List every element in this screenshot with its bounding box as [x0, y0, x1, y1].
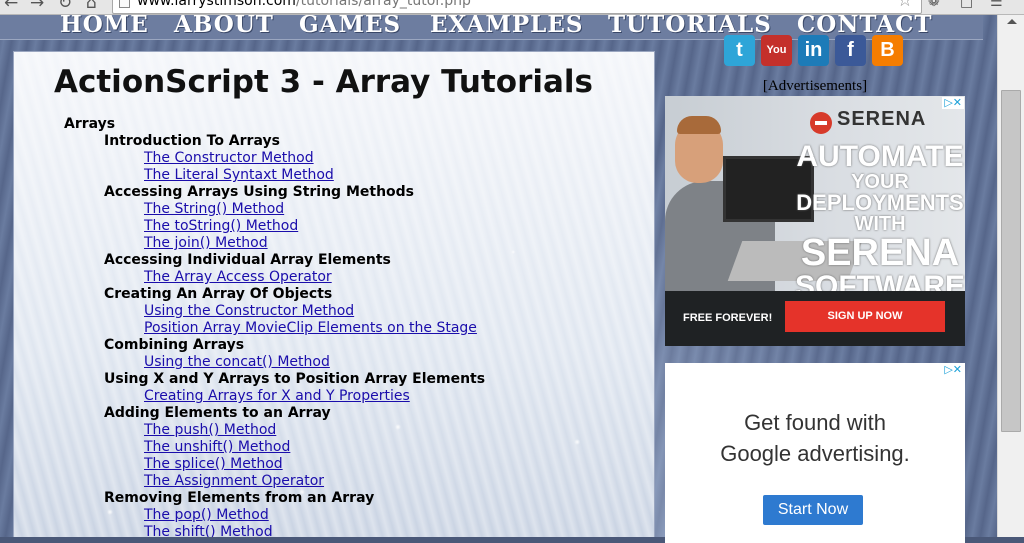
twitter-icon[interactable]: t — [724, 35, 755, 66]
toc-section-heading: Accessing Arrays Using String Methods — [104, 184, 415, 200]
headline-line: WITH — [854, 213, 906, 235]
toc-link-row: The pop() Method — [64, 507, 644, 524]
serena-ad[interactable]: SERENA AUTOMATE YOUR DEPLOYMENTS WITH SE… — [665, 96, 965, 346]
tutorial-link[interactable]: The Literal Syntaxt Method — [144, 167, 334, 183]
tutorial-link[interactable]: Position Array MovieClip Elements on the… — [144, 320, 477, 336]
sign-up-button[interactable]: SIGN UP NOW — [785, 301, 945, 332]
tutorial-link[interactable]: The push() Method — [144, 422, 276, 438]
free-forever-text: FREE FOREVER! — [683, 312, 773, 324]
toc-section-heading: Adding Elements to an Array — [104, 405, 331, 421]
toc-section-heading: Using X and Y Arrays to Position Array E… — [104, 371, 486, 387]
toc-link-row: The toString() Method — [64, 218, 644, 235]
ad-copy-line: Google advertising. — [720, 441, 910, 466]
toc-section-heading: Combining Arrays — [104, 337, 245, 353]
toc-link-row: The join() Method — [64, 235, 644, 252]
tutorial-link[interactable]: The pop() Method — [144, 507, 269, 523]
toc-link-row: The String() Method — [64, 201, 644, 218]
toc-link-row: The splice() Method — [64, 456, 644, 473]
ad-brand: SERENA — [837, 108, 927, 130]
extension-icon[interactable]: ❁ — [928, 0, 940, 10]
nav-examples[interactable]: EXAMPLES — [430, 15, 583, 38]
adchoices-icon[interactable]: ▷✕ — [942, 364, 964, 376]
tutorial-link[interactable]: The join() Method — [144, 235, 268, 251]
person-hair — [677, 116, 721, 134]
tutorial-index: Arrays Introduction To Arrays The Construc… — [64, 116, 644, 537]
tutorial-link[interactable]: The shift() Method — [144, 524, 273, 537]
tutorial-link[interactable]: The splice() Method — [144, 456, 283, 472]
nav-games[interactable]: GAMES — [299, 15, 401, 38]
tutorial-link[interactable]: The Array Access Operator — [144, 269, 332, 285]
toc-link-row: Position Array MovieClip Elements on the… — [64, 320, 644, 337]
tutorial-link[interactable]: The Assignment Operator — [144, 473, 324, 489]
home-icon[interactable]: ⌂ — [86, 0, 97, 13]
nav-about[interactable]: ABOUT — [174, 15, 274, 38]
linkedin-icon[interactable]: in — [798, 35, 829, 66]
content-panel: ActionScript 3 - Array Tutorials Arrays I… — [13, 51, 655, 537]
toc-link-row: Creating Arrays for X and Y Properties — [64, 388, 644, 405]
menu-icon[interactable]: ☰ — [990, 0, 1003, 10]
address-bar[interactable]: www.larrystimson.com/tutorials/array_tut… — [112, 0, 922, 14]
google-ad[interactable]: Get found with Google advertising. Start… — [665, 363, 965, 543]
toc-link-row: The Assignment Operator — [64, 473, 644, 490]
headline-line: AUTOMATE — [796, 140, 964, 173]
reload-icon[interactable]: ↻ — [58, 0, 72, 13]
toc-link-row: The Constructor Method — [64, 150, 644, 167]
scrollbar-thumb[interactable] — [1001, 90, 1021, 432]
toc-link-row: Using the Constructor Method — [64, 303, 644, 320]
tutorial-link[interactable]: Using the concat() Method — [144, 354, 330, 370]
toc-link-row: The Literal Syntaxt Method — [64, 167, 644, 184]
toc-section-heading: Removing Elements from an Array — [104, 490, 375, 506]
vertical-scrollbar[interactable] — [997, 15, 1024, 537]
toc-link-row: The Array Access Operator — [64, 269, 644, 286]
back-icon[interactable]: ← — [4, 0, 18, 13]
ad-copy: Get found with Google advertising. — [665, 407, 965, 469]
ad-headline: AUTOMATE YOUR DEPLOYMENTS WITH SERENA SO… — [795, 142, 965, 302]
browser-toolbar: ← → ↻ ⌂ www.larrystimson.com/tutorials/a… — [0, 0, 1024, 15]
extension-icon[interactable]: □ — [960, 0, 973, 10]
page-title: ActionScript 3 - Array Tutorials — [54, 64, 593, 100]
tutorial-link[interactable]: The Constructor Method — [144, 150, 314, 166]
toc-link-row: The push() Method — [64, 422, 644, 439]
toc-section-heading: Accessing Individual Array Elements — [104, 252, 391, 268]
toc-root-heading: Arrays — [64, 116, 116, 132]
toc-link-row: Using the concat() Method — [64, 354, 644, 371]
tutorial-link[interactable]: The unshift() Method — [144, 439, 290, 455]
toc-section-heading: Introduction To Arrays — [104, 133, 280, 149]
facebook-icon[interactable]: f — [835, 35, 866, 66]
tutorial-link[interactable]: The toString() Method — [144, 218, 298, 234]
advertisements-label: [Advertisements] — [762, 78, 868, 94]
tutorial-link[interactable]: The String() Method — [144, 201, 284, 217]
headline-line: DEPLOYMENTS — [796, 190, 964, 215]
youtube-icon[interactable]: You — [761, 35, 792, 66]
url-text[interactable]: www.larrystimson.com/tutorials/array_tut… — [137, 0, 471, 9]
headline-line: SERENA — [800, 232, 960, 274]
adchoices-icon[interactable]: ▷✕ — [942, 97, 964, 109]
ad-copy-line: Get found with — [744, 410, 886, 435]
start-now-button[interactable]: Start Now — [763, 495, 863, 525]
toc-section-heading: Creating An Array Of Objects — [104, 286, 333, 302]
bookmark-star-icon[interactable]: ☆ — [897, 0, 913, 11]
tutorial-link[interactable]: Creating Arrays for X and Y Properties — [144, 388, 410, 404]
blogger-icon[interactable]: B — [872, 35, 903, 66]
tutorial-link[interactable]: Using the Constructor Method — [144, 303, 354, 319]
toc-link-row: The shift() Method — [64, 524, 644, 537]
forward-icon[interactable]: → — [30, 0, 44, 13]
nav-home[interactable]: HOME — [60, 15, 149, 38]
page-icon — [119, 0, 130, 8]
toc-link-row: The unshift() Method — [64, 439, 644, 456]
scroll-up-icon[interactable] — [1007, 19, 1017, 24]
ad-footer: FREE FOREVER! SIGN UP NOW — [665, 291, 965, 346]
serena-logo-icon — [810, 112, 832, 134]
headline-line: YOUR — [851, 171, 909, 193]
